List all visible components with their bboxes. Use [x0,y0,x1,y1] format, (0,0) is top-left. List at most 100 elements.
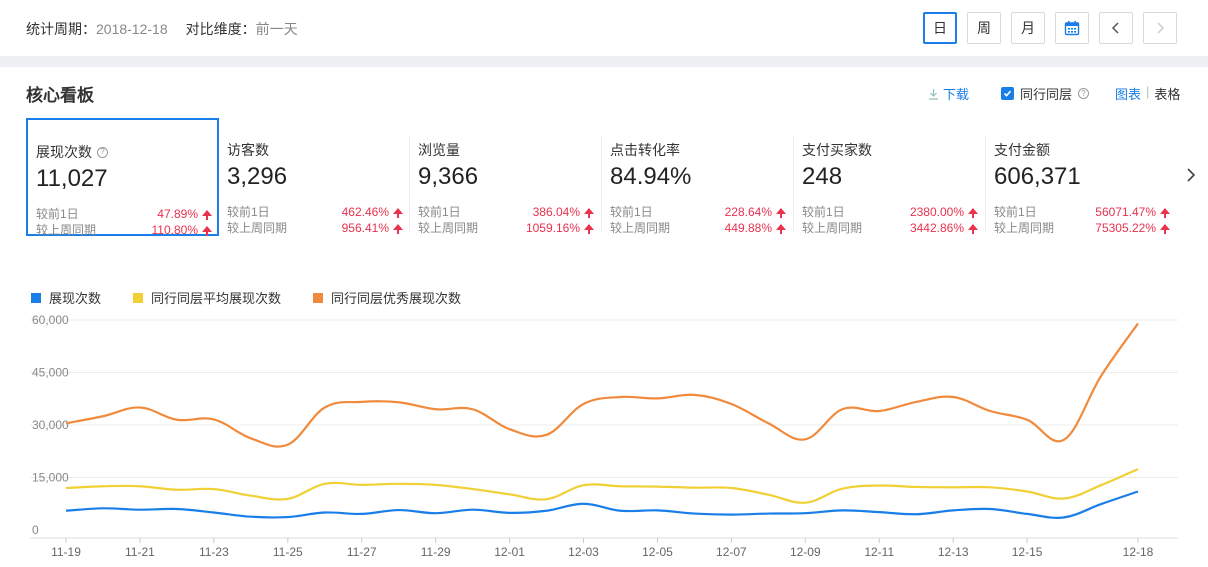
range-week-button[interactable]: 周 [967,12,1001,44]
view-separator: | [1146,84,1150,99]
download-link[interactable]: 下载 [928,84,969,103]
metric-card-conversion[interactable]: 点击转化率 84.94% 较前1日 228.64% 较上周同期 449.88% [610,118,795,236]
metric-card-visitors[interactable]: 访客数 3,296 较前1日 462.46% 较上周同期 956.41% [227,118,412,236]
week-change-value: 1059.16% [525,220,580,235]
next-period-button[interactable] [1143,12,1177,44]
peer-toggle[interactable]: 同行同层 ? [1001,84,1090,103]
arrow-up-icon [1160,207,1170,218]
help-icon[interactable]: ? [1078,88,1090,99]
y-tick-label: 60,000 [32,313,69,327]
metric-label: 浏览量 [418,142,460,158]
arrow-up-icon [202,209,212,220]
week-change-value: 956.41% [341,220,389,235]
metric-value: 11,027 [36,165,108,192]
range-day-button[interactable]: 日 [923,12,957,44]
week-change-value: 75305.22% [1095,220,1156,235]
card-divider [601,136,602,231]
chevron-right-icon [1157,22,1165,34]
period-info: 统计周期：2018-12-18 对比维度：前一天 [26,19,298,39]
metric-card-payment[interactable]: 支付金额 606,371 较前1日 56071.47% 较上周同期 75305.22… [994,118,1179,236]
x-tick-label: 12-05 [642,545,673,559]
arrow-up-icon [584,207,594,218]
week-change-value: 449.88% [724,220,772,235]
y-tick-label: 45,000 [32,366,69,380]
y-tick-label: 30,000 [32,418,69,432]
check-icon [1003,90,1012,97]
day-compare-label: 较前1日 [418,205,461,219]
period-value: 2018-12-18 [96,21,168,37]
metric-value: 606,371 [994,163,1081,190]
prev-period-button[interactable] [1099,12,1133,44]
series-line-peer-average [65,468,1139,504]
view-chart-tab[interactable]: 图表 [1115,84,1141,103]
arrow-up-icon [202,225,212,236]
calendar-button[interactable] [1055,12,1089,44]
calendar-icon [1064,21,1080,36]
x-tick-label: 12-15 [1012,545,1043,559]
x-tick-label: 11-21 [125,545,155,559]
metric-value: 9,366 [418,163,479,190]
metric-label: 支付金额 [994,142,1050,158]
week-compare-label: 较上周同期 [994,221,1055,235]
card-divider [793,136,794,231]
compare-label: 对比维度： [185,21,256,37]
chevron-left-icon [1111,22,1119,34]
section-divider [0,56,1208,67]
day-change-value: 462.46% [341,204,389,219]
download-icon [929,88,938,100]
help-icon[interactable]: ? [97,146,108,158]
peer-label: 同行同层 [1020,87,1073,102]
line-chart: 0 15,000 30,000 45,000 60,000 11-19 11-21 11-23… [30,313,1178,559]
metric-card-impressions[interactable]: 展现次数? 11,027 较前1日 47.89% 较上周同期 110.80% [26,118,219,237]
week-change-value: 110.80% [151,222,198,237]
view-table-tab[interactable]: 表格 [1154,84,1180,103]
chevron-right-icon [1187,168,1196,182]
x-tick-label: 11-29 [421,545,451,559]
metric-label: 支付买家数 [802,142,872,158]
day-change-value: 2380.00% [909,204,964,219]
day-change-value: 386.04% [532,204,580,219]
metric-card-pageviews[interactable]: 浏览量 9,366 较前1日 386.04% 较上周同期 1059.16% [418,118,603,236]
filter-bar: 统计周期：2018-12-18 对比维度：前一天 日 周 月 [0,0,1208,56]
day-compare-label: 较前1日 [227,205,270,219]
card-divider [409,136,410,231]
series-line-impressions [65,490,1139,519]
week-change-value: 3442.86% [909,220,964,235]
arrow-up-icon [1160,223,1170,234]
x-tick-label: 12-13 [938,545,969,559]
metric-value: 3,296 [227,163,288,190]
day-change-value: 228.64% [724,204,772,219]
metric-value: 84.94% [610,163,692,190]
legend-swatch [313,292,324,303]
card-divider [985,136,986,231]
series-line-peer-excellent [65,322,1139,448]
peer-checkbox[interactable] [1001,87,1014,100]
metric-cards: 展现次数? 11,027 较前1日 47.89% 较上周同期 110.80% 访客数… [26,118,1178,237]
cards-next-button[interactable] [1186,166,1196,189]
view-toggle: 图表 | 表格 [1115,84,1180,103]
arrow-up-icon [393,223,403,234]
range-month-button[interactable]: 月 [1011,12,1045,44]
x-tick-label: 12-07 [716,545,747,559]
week-compare-label: 较上周同期 [418,221,479,235]
day-compare-label: 较前1日 [36,207,79,221]
metric-card-buyers[interactable]: 支付买家数 248 较前1日 2380.00% 较上周同期 3442.86% [802,118,987,236]
week-compare-label: 较上周同期 [36,223,97,237]
period-label: 统计周期： [26,21,96,37]
metric-label: 展现次数? [36,142,108,162]
x-tick-label: 12-09 [790,545,821,559]
arrow-up-icon [968,207,978,218]
legend-swatch [31,292,41,303]
x-tick-label: 12-18 [1123,545,1154,559]
day-change-value: 47.89% [157,206,198,221]
arrow-up-icon [776,223,786,234]
legend-swatch [133,292,144,303]
y-tick-label: 15,000 [32,471,69,485]
x-tick-label: 11-27 [347,545,377,559]
week-compare-label: 较上周同期 [610,221,671,235]
metric-value: 248 [802,163,843,190]
day-compare-label: 较前1日 [994,205,1037,219]
y-tick-label: 0 [32,523,39,537]
x-tick-label: 11-19 [51,545,81,559]
x-tick-label: 12-11 [864,545,894,559]
